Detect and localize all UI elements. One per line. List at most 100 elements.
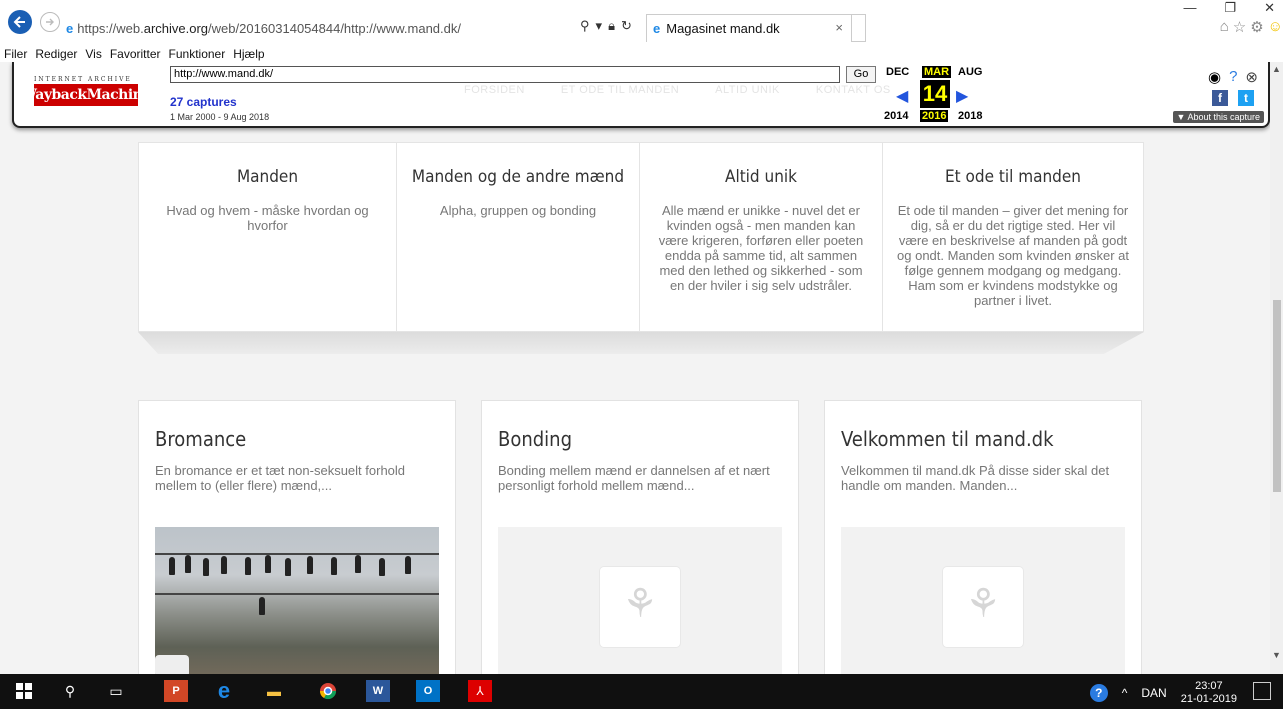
prev-capture-arrow-icon[interactable]: ◀ <box>896 86 908 106</box>
tab-close-icon[interactable]: × <box>835 20 843 35</box>
tab-active[interactable]: e Magasinet mand.dk × <box>646 14 852 42</box>
card-excerpt: En bromance er et tæt non-seksuelt forho… <box>155 463 406 493</box>
wayback-url-input[interactable]: http://www.mand.dk/ <box>170 66 840 83</box>
address-rest: /web/20160314054844/http://www.mand.dk/ <box>208 20 461 36</box>
notification-center-icon[interactable] <box>1253 682 1271 700</box>
article-card[interactable]: Velkommen til mand.dk Velkommen til mand… <box>824 400 1142 674</box>
browser-titlebar: e https://web. archive.org/web/2016031405… <box>0 0 1283 46</box>
card-excerpt: Velkommen til mand.dk På disse sider ska… <box>841 463 1110 493</box>
file-explorer-icon[interactable]: ▬ <box>262 680 286 702</box>
dropdown-icon[interactable]: ▾ <box>596 18 603 34</box>
feature-shadow <box>138 332 1144 354</box>
feature-title: Manden <box>236 167 299 187</box>
outlook-icon[interactable]: O <box>416 680 440 702</box>
card-image-placeholder[interactable] <box>841 527 1125 674</box>
refresh-icon[interactable]: ↻ <box>621 18 632 34</box>
person-figure <box>245 557 251 575</box>
menu-file[interactable]: Filer <box>4 47 27 61</box>
taskbar-clock[interactable]: 23:07 21-01-2019 <box>1181 680 1237 706</box>
menu-tools[interactable]: Funktioner <box>169 47 226 61</box>
feature-text: Hvad og hvem - måske hvordan og hvorfor <box>166 203 369 233</box>
scroll-down-icon[interactable]: ▼ <box>1272 650 1281 660</box>
month-next[interactable]: AUG <box>958 66 982 78</box>
chrome-icon[interactable] <box>316 680 340 702</box>
feature-column[interactable]: Manden og de andre mænd Alpha, gruppen o… <box>397 143 640 331</box>
site-nav-item: ALTID UNIK <box>715 84 780 96</box>
card-title[interactable]: Bonding <box>498 427 782 451</box>
chevron-up-icon[interactable]: ^ <box>1122 686 1128 700</box>
menu-view[interactable]: Vis <box>85 47 101 61</box>
wayback-icons: ◉ ? ⊗ <box>1208 68 1258 86</box>
feature-column[interactable]: Manden Hvad og hvem - måske hvordan og h… <box>139 143 397 331</box>
windows-start-icon[interactable] <box>12 680 36 702</box>
menu-favorites[interactable]: Favoritter <box>110 47 161 61</box>
feature-title: Et ode til manden <box>945 167 1081 187</box>
share-icons: f t <box>1212 90 1254 106</box>
favorites-star-icon[interactable]: ☆ <box>1233 18 1246 36</box>
year-prev[interactable]: 2014 <box>884 110 908 122</box>
site-nav-item: ET ODE TIL MANDEN <box>560 84 680 96</box>
menu-help[interactable]: Hjælp <box>233 47 264 61</box>
settings-gear-icon[interactable]: ⚙ <box>1250 18 1263 36</box>
back-button[interactable] <box>8 10 32 34</box>
menu-edit[interactable]: Rediger <box>35 47 77 61</box>
close-toolbar-icon[interactable]: ⊗ <box>1245 68 1258 86</box>
restore-icon[interactable]: ❐ <box>1224 0 1236 16</box>
internet-explorer-icon[interactable]: e <box>212 678 236 703</box>
capture-day: 14 <box>920 80 950 108</box>
wayback-go-button[interactable]: Go <box>846 66 876 83</box>
card-title[interactable]: Velkommen til mand.dk <box>841 427 1125 451</box>
search-icon[interactable]: ⚲ <box>580 18 590 34</box>
facebook-icon[interactable]: f <box>1212 90 1228 106</box>
image-placeholder-icon <box>943 567 1023 647</box>
word-icon[interactable]: W <box>366 680 390 702</box>
scroll-up-icon[interactable]: ▲ <box>1272 64 1281 74</box>
feature-column[interactable]: Et ode til manden Et ode til manden – gi… <box>883 143 1143 331</box>
home-icon[interactable]: ⌂ <box>1220 18 1229 36</box>
task-view-icon[interactable]: ▭ <box>104 680 128 702</box>
menu-bar: Filer Rediger Vis Favoritter Funktioner … <box>0 46 1283 62</box>
address-bar[interactable]: e https://web. archive.org/web/2016031405… <box>66 16 646 40</box>
forward-button[interactable] <box>40 12 60 32</box>
feature-strip: Manden Hvad og hvem - måske hvordan og h… <box>138 142 1144 332</box>
language-indicator[interactable]: DAN <box>1141 686 1166 700</box>
card-image-placeholder[interactable] <box>498 527 782 674</box>
wayback-logo[interactable]: WaybackMachine <box>21 84 151 106</box>
next-capture-arrow-icon[interactable]: ▶ <box>956 86 968 106</box>
person-figure <box>331 557 337 575</box>
page-viewport: INTERNET ARCHIVE WaybackMachine http://w… <box>0 62 1270 674</box>
powerpoint-icon[interactable]: P <box>164 680 188 702</box>
minimize-icon[interactable]: — <box>1183 0 1196 16</box>
address-domain: archive.org <box>143 20 209 36</box>
feature-title: Manden og de andre mænd <box>411 167 625 187</box>
lock-icon[interactable]: 🔒︎ <box>608 18 615 34</box>
month-prev[interactable]: DEC <box>886 66 909 78</box>
captures-link[interactable]: 27 captures <box>170 95 237 109</box>
smiley-feedback-icon[interactable]: ☺ <box>1268 18 1283 36</box>
feature-column[interactable]: Altid unik Alle mænd er unikke - nuvel d… <box>640 143 883 331</box>
page-scrollbar[interactable]: ▲ ▼ <box>1270 62 1283 674</box>
article-card[interactable]: Bromance En bromance er et tæt non-seksu… <box>138 400 456 674</box>
person-figure <box>259 597 265 615</box>
underlying-site-nav: FORSIDEN ET ODE TIL MANDEN ALTID UNIK KO… <box>464 84 891 96</box>
help-tray-icon[interactable]: ? <box>1089 684 1108 702</box>
person-figure <box>185 555 191 573</box>
help-icon[interactable]: ? <box>1229 68 1237 86</box>
article-card[interactable]: Bonding Bonding mellem mænd er dannelsen… <box>481 400 799 674</box>
new-tab-button[interactable] <box>852 14 866 42</box>
acrobat-icon[interactable]: ⅄ <box>468 680 492 702</box>
card-title[interactable]: Bromance <box>155 427 439 451</box>
twitter-icon[interactable]: t <box>1238 90 1254 106</box>
clock-date: 21-01-2019 <box>1180 693 1237 705</box>
card-photo[interactable] <box>155 527 439 674</box>
site-nav-item: KONTAKT OS <box>815 84 891 96</box>
feature-title: Altid unik <box>724 167 798 187</box>
about-capture-button[interactable]: ▼ About this capture <box>1172 111 1264 123</box>
person-figure <box>203 558 209 576</box>
year-next[interactable]: 2018 <box>958 110 982 122</box>
captures-range: 1 Mar 2000 - 9 Aug 2018 <box>170 112 270 122</box>
scroll-thumb[interactable] <box>1273 300 1281 492</box>
close-window-icon[interactable]: ✕ <box>1264 0 1275 16</box>
user-icon[interactable]: ◉ <box>1208 68 1221 86</box>
search-taskbar-icon[interactable]: ⚲ <box>58 680 82 702</box>
